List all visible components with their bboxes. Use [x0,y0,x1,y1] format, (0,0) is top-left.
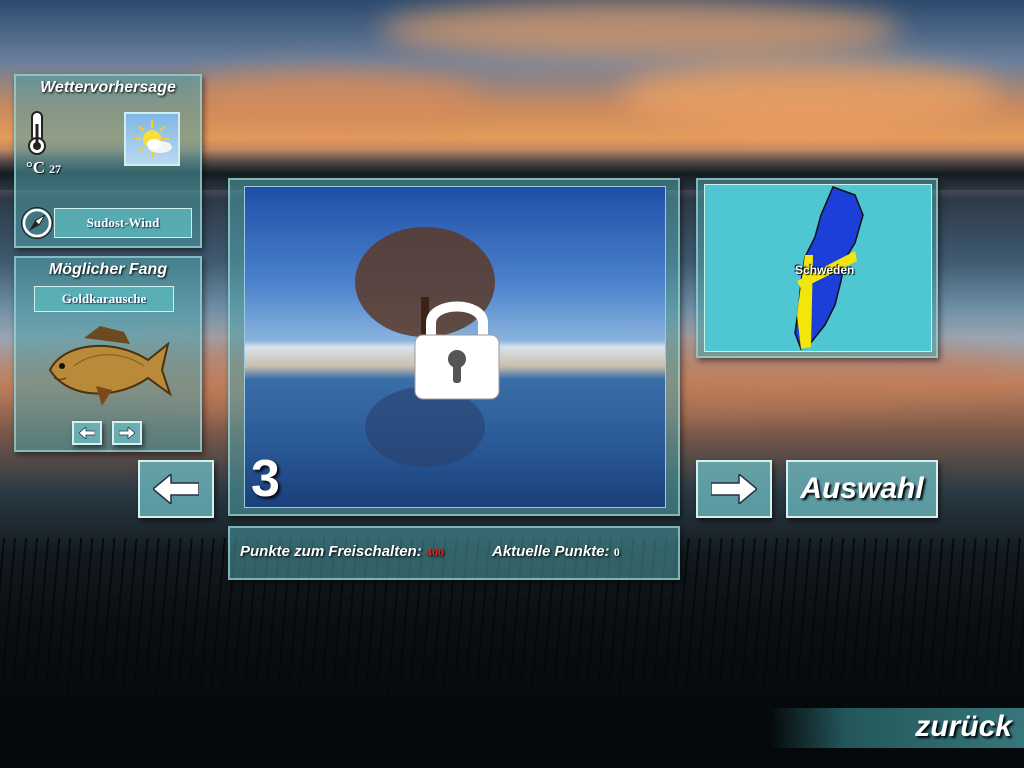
fish-prev-button[interactable] [72,421,102,445]
previous-location-button[interactable] [138,460,214,518]
location-image: 3 [244,186,666,508]
current-points-label: Aktuelle Punkte: [492,543,610,560]
arrow-left-icon [79,427,95,439]
country-map-panel: Schweden [696,178,938,358]
weather-title: Wettervorhersage [40,79,176,96]
next-location-button[interactable] [696,460,772,518]
wind-label: Sudost-Wind [54,208,192,238]
unlock-points-label: Punkte zum Freischalten: [240,543,422,560]
compass-icon [20,206,54,245]
back-button-label: zurück [915,710,1012,743]
arrow-left-icon [153,474,199,504]
lock-icon [411,291,503,408]
select-button-label: Auswahl [800,472,924,505]
back-button[interactable]: zurück [770,708,1024,748]
fish-name: Goldkarausche [34,286,174,312]
arrow-right-icon [711,474,757,504]
temperature-unit: °C [26,158,46,177]
points-panel: Punkte zum Freischalten: 400 Aktuelle Pu… [228,526,680,580]
fish-next-button[interactable] [112,421,142,445]
select-button[interactable]: Auswahl [786,460,938,518]
country-map: Schweden [704,184,932,352]
arrow-right-icon [119,427,135,439]
fish-image [44,320,174,417]
thermometer-icon [24,110,50,161]
country-name: Schweden [795,263,855,277]
catch-panel: Möglicher Fang Goldkarausche [14,256,202,452]
weather-panel: Wettervorhersage °C 27 Sudost-Wind [14,74,202,248]
location-preview-panel: 3 [228,178,680,516]
location-number: 3 [251,450,280,508]
unlock-points-value: 400 [425,545,444,559]
current-points-value: 0 [613,545,620,559]
temperature-value: 27 [49,162,62,176]
sun-cloud-icon [124,112,180,166]
catch-title: Möglicher Fang [48,261,168,278]
